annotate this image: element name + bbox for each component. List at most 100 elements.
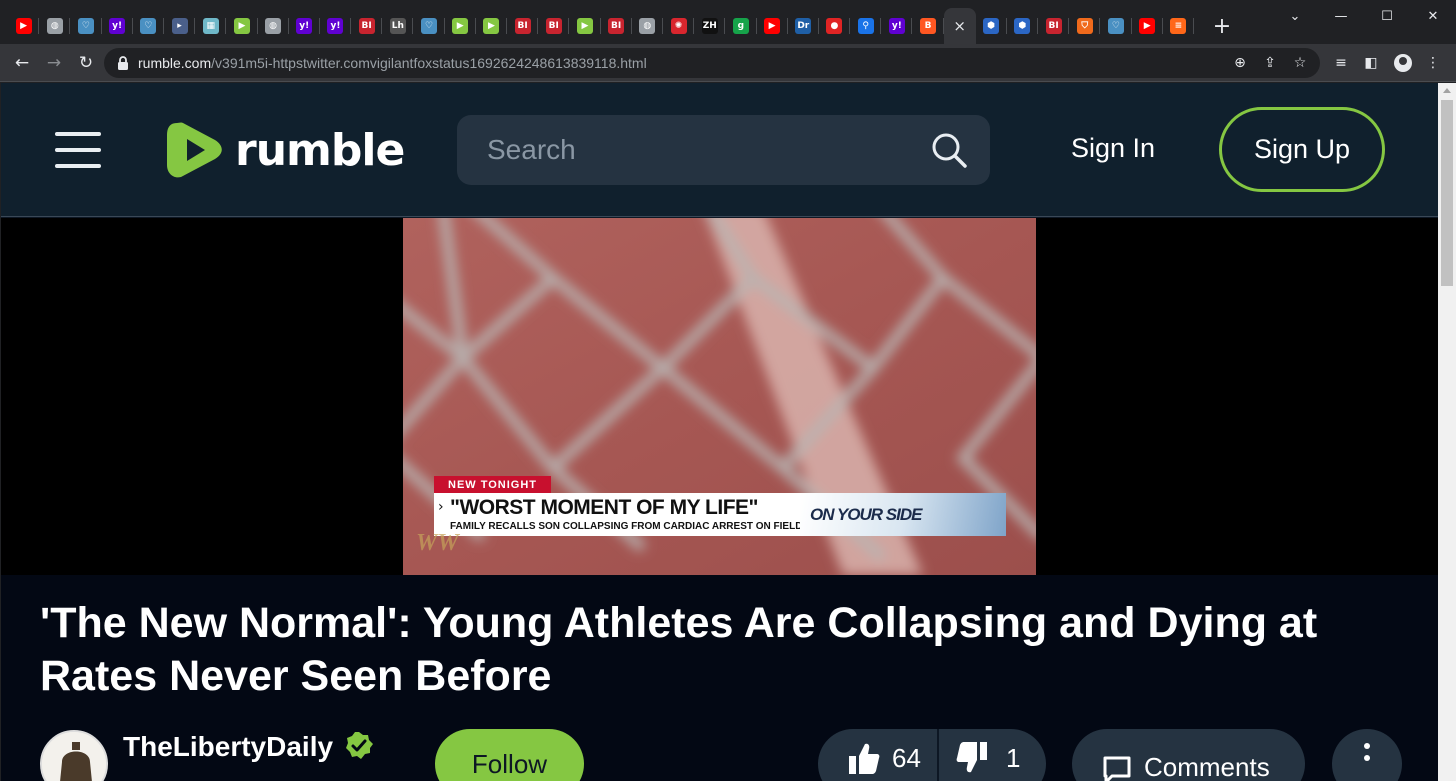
globe-icon: ◍ xyxy=(265,18,282,34)
sign-in-button[interactable]: Sign In xyxy=(1071,133,1155,164)
browser-tab[interactable]: Dr xyxy=(788,8,820,44)
rumble-logo-icon xyxy=(167,122,222,178)
tab-list: ▶ ◍ ♡ y! ♡ ▸ ▦ ▶ ◍ y! y! BI Lh ♡ ▶ ▶ BI BI ▶ BI ◍ ✺ ZH g ▶ Dr ● ⚲ y!… xyxy=(8,8,1240,44)
tab-search-chevron-icon[interactable]: ⌄ xyxy=(1272,0,1318,32)
maximize-icon[interactable]: ☐ xyxy=(1364,0,1410,32)
share-icon[interactable]: ⇪ xyxy=(1260,53,1280,73)
browser-tab[interactable]: g xyxy=(725,8,757,44)
profile-avatar-icon[interactable] xyxy=(1390,50,1416,76)
segment-brand-box: ON YOUR SIDE xyxy=(800,493,1006,536)
browser-tab[interactable]: ◍ xyxy=(632,8,664,44)
blogger-icon: B xyxy=(920,18,937,34)
browser-tab[interactable]: ◍ xyxy=(258,8,289,44)
video-player[interactable]: NEW TONIGHT › "WORST MOMENT OF MY LIFE" … xyxy=(1,218,1438,575)
browser-tab[interactable]: ▶ xyxy=(569,8,601,44)
channel-avatar[interactable] xyxy=(40,730,108,781)
page-scrollbar[interactable] xyxy=(1438,83,1456,781)
close-window-icon[interactable]: ✕ xyxy=(1410,0,1456,32)
browser-tab[interactable]: ▶ xyxy=(445,8,477,44)
comments-button[interactable]: Comments xyxy=(1072,729,1305,781)
close-tab-icon[interactable]: × xyxy=(953,17,966,35)
bookmark-star-icon[interactable]: ☆ xyxy=(1290,53,1310,73)
browser-tab[interactable]: B xyxy=(912,8,944,44)
browser-tab[interactable]: y! xyxy=(881,8,913,44)
zoom-icon[interactable]: ⊕ xyxy=(1230,53,1250,73)
more-options-icon[interactable] xyxy=(1332,729,1402,781)
search-small-icon: ⚲ xyxy=(857,18,874,34)
media-control-icon[interactable]: ≡ xyxy=(1328,50,1354,76)
browser-tab[interactable]: BI xyxy=(1038,8,1070,44)
heart-shield-icon: ♡ xyxy=(421,18,438,34)
rumble-logo[interactable]: rumble xyxy=(165,119,405,181)
rumble-icon: ▶ xyxy=(233,18,250,34)
browser-tab[interactable]: ▦ xyxy=(195,8,227,44)
browser-tab[interactable]: ♡ xyxy=(133,8,165,44)
browser-tab[interactable]: ♡ xyxy=(413,8,445,44)
segment-brand-text: ON YOUR SIDE xyxy=(810,505,922,524)
lock-icon xyxy=(118,56,128,70)
browser-tab[interactable]: ▶ xyxy=(226,8,258,44)
browser-tab[interactable]: ● xyxy=(819,8,851,44)
browser-tab[interactable]: y! xyxy=(320,8,352,44)
search-bar xyxy=(457,115,990,185)
channel-name[interactable]: TheLibertyDaily xyxy=(123,731,333,763)
lh-icon: Lh xyxy=(389,18,406,34)
reload-icon[interactable]: ↻ xyxy=(72,49,100,77)
browser-tab[interactable]: ◍ xyxy=(39,8,71,44)
browser-tab[interactable]: y! xyxy=(102,8,133,44)
browser-tab[interactable]: BI xyxy=(538,8,570,44)
address-bar[interactable]: rumble.com/v391m5i-httpstwitter.comvigil… xyxy=(104,48,1320,78)
scrollbar-thumb[interactable] xyxy=(1441,100,1453,286)
browser-tab[interactable]: ▶ xyxy=(476,8,508,44)
browser-tab[interactable]: Lh xyxy=(382,8,414,44)
substack-icon: ≡ xyxy=(1170,18,1187,34)
window-controls: ⌄ — ☐ ✕ xyxy=(1272,0,1456,32)
follow-button[interactable]: Follow xyxy=(435,729,584,781)
browser-tab[interactable]: ≡ xyxy=(1163,8,1195,44)
globe-icon: ◍ xyxy=(639,18,656,34)
sign-up-button[interactable]: Sign Up xyxy=(1219,107,1385,192)
scroll-up-arrow-icon[interactable] xyxy=(1443,88,1451,93)
business-insider-icon: BI xyxy=(608,18,625,34)
browser-tab[interactable]: ♡ xyxy=(1100,8,1132,44)
globe-icon: ◍ xyxy=(46,18,63,34)
browser-tab[interactable]: ✺ xyxy=(663,8,695,44)
browser-tab[interactable]: ⛉ xyxy=(1069,8,1101,44)
page-viewport: rumble Sign In Sign Up xyxy=(1,83,1438,781)
dislike-button[interactable]: 1 xyxy=(956,741,1020,775)
browser-tab[interactable]: ⬢ xyxy=(976,8,1008,44)
vote-pill: 64 1 xyxy=(818,729,1046,781)
browser-tab[interactable]: BI xyxy=(351,8,383,44)
g-icon: g xyxy=(732,18,749,34)
browser-tab[interactable]: ⚲ xyxy=(850,8,882,44)
browser-tab[interactable]: ▶ xyxy=(8,8,40,44)
browser-tab-active[interactable]: × xyxy=(943,8,976,44)
forward-arrow-icon[interactable]: → xyxy=(40,49,68,77)
browser-tab[interactable]: ♡ xyxy=(70,8,102,44)
search-icon[interactable] xyxy=(930,131,968,169)
url-host: rumble.com xyxy=(138,55,212,71)
browser-tab[interactable]: ▶ xyxy=(1132,8,1163,44)
minimize-icon[interactable]: — xyxy=(1318,0,1364,32)
youtube-icon: ▶ xyxy=(1139,18,1156,34)
browser-tab[interactable]: ▶ xyxy=(757,8,788,44)
like-button[interactable]: 64 xyxy=(848,741,921,775)
vote-divider xyxy=(937,729,939,781)
new-tab-button[interactable]: + xyxy=(1204,8,1240,44)
pattern-icon: ▦ xyxy=(202,18,219,34)
browser-tab[interactable]: ZH xyxy=(694,8,726,44)
news-subheadline: FAMILY RECALLS SON COLLAPSING FROM CARDI… xyxy=(450,521,803,532)
hamburger-menu-icon[interactable] xyxy=(55,132,101,168)
side-panel-icon[interactable]: ◧ xyxy=(1358,50,1384,76)
browser-tab[interactable]: BI xyxy=(507,8,539,44)
heart-shield-icon: ♡ xyxy=(1107,18,1124,34)
browser-tab[interactable]: y! xyxy=(289,8,321,44)
browser-tab[interactable]: ▸ xyxy=(164,8,196,44)
chrome-menu-icon[interactable]: ⋮ xyxy=(1420,50,1446,76)
search-input[interactable] xyxy=(487,133,907,167)
browser-tab[interactable]: ⬢ xyxy=(1007,8,1039,44)
video-frame[interactable]: NEW TONIGHT › "WORST MOMENT OF MY LIFE" … xyxy=(403,218,1036,575)
video-details: 'The New Normal': Young Athletes Are Col… xyxy=(1,575,1438,781)
back-arrow-icon[interactable]: ← xyxy=(8,49,36,77)
browser-tab[interactable]: BI xyxy=(601,8,632,44)
